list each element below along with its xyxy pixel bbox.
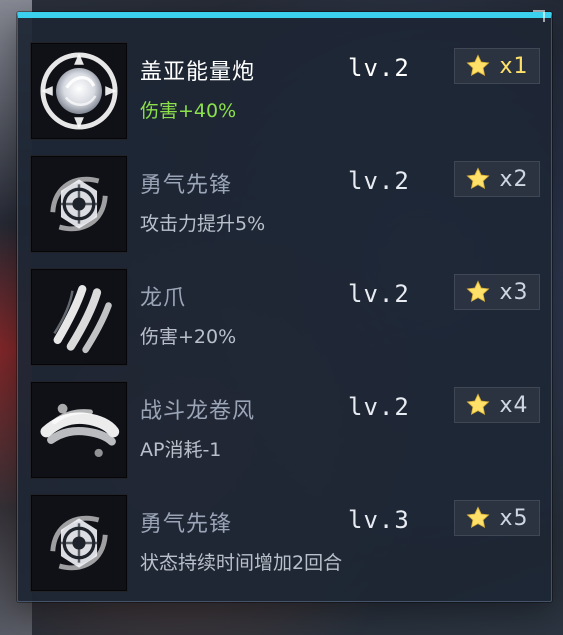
star-icon: [466, 54, 490, 77]
skill-icon-frame: [30, 155, 128, 253]
skill-row[interactable]: 战斗龙卷风 lv.2 AP消耗-1 x4: [30, 367, 540, 479]
tornado-blast-icon: [40, 403, 120, 458]
skill-effect: 状态持续时间增加2回合: [140, 552, 343, 574]
star-count: x2: [499, 166, 529, 192]
skill-name: 勇气先锋: [140, 173, 233, 198]
skill-icon-frame: [30, 42, 128, 140]
star-icon: [466, 280, 490, 303]
star-cost-badge: x3: [454, 274, 540, 310]
skill-icon-frame: [30, 494, 128, 592]
skill-effect: 伤害+40%: [140, 100, 237, 122]
star-count: x4: [499, 392, 529, 418]
star-count: x5: [499, 505, 529, 531]
skill-icon-frame: [30, 268, 128, 366]
skill-name: 龙爪: [140, 286, 187, 311]
shield-emblem-icon: [50, 176, 108, 232]
star-cost-badge: x2: [454, 161, 540, 197]
skill-effect: AP消耗-1: [140, 439, 222, 461]
skill-name: 盖亚能量炮: [140, 60, 256, 85]
skill-upgrade-panel: 盖亚能量炮 lv.2 伤害+40% x1 勇气先锋 lv.2 攻击力提升5% x…: [17, 10, 552, 602]
skill-level: lv.2: [348, 54, 410, 82]
star-count: x3: [499, 279, 529, 305]
star-cost-badge: x4: [454, 387, 540, 423]
skill-effect: 伤害+20%: [140, 326, 237, 348]
skill-name: 战斗龙卷风: [140, 399, 256, 424]
skill-row[interactable]: 盖亚能量炮 lv.2 伤害+40% x1: [30, 28, 540, 140]
star-cost-badge: x1: [454, 48, 540, 84]
star-icon: [466, 167, 490, 190]
skill-level: lv.2: [348, 393, 410, 421]
skill-name: 勇气先锋: [140, 512, 233, 537]
shield-emblem-icon: [50, 515, 108, 571]
claw-slash-icon: [53, 285, 112, 354]
star-icon: [466, 506, 490, 529]
skill-level: lv.2: [348, 280, 410, 308]
star-icon: [466, 393, 490, 416]
star-count: x1: [499, 53, 529, 79]
star-cost-badge: x5: [454, 500, 540, 536]
skill-level: lv.2: [348, 167, 410, 195]
skill-icon-frame: [30, 381, 128, 479]
skill-effect: 攻击力提升5%: [140, 213, 266, 235]
skill-row[interactable]: 勇气先锋 lv.3 状态持续时间增加2回合 x5: [30, 480, 540, 592]
skill-row[interactable]: 勇气先锋 lv.2 攻击力提升5% x2: [30, 141, 540, 253]
plasma-orb-icon: [40, 52, 118, 130]
skill-level: lv.3: [348, 506, 410, 534]
skill-row[interactable]: 龙爪 lv.2 伤害+20% x3: [30, 254, 540, 366]
panel-corner-marker: [533, 10, 545, 22]
